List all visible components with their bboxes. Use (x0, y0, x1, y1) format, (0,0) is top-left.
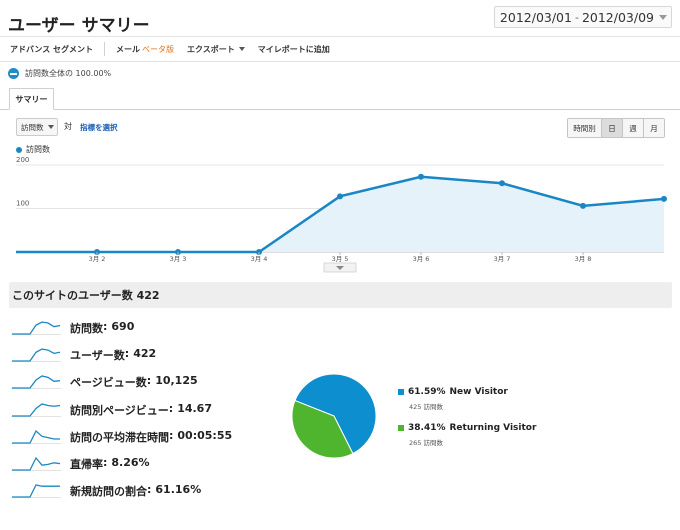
metric-bounce-rate: 直帰率:8.26% (10, 454, 150, 474)
metric-label: 新規訪問の割合 (70, 485, 147, 498)
x-tick-label: 3月 7 (494, 255, 511, 263)
metric-new-visits: 新規訪問の割合:61.16% (10, 481, 201, 501)
period-hourly-button[interactable]: 時間別 (568, 119, 601, 137)
x-tick-label: 3月 8 (575, 255, 592, 263)
metric-value: 61.16% (155, 483, 202, 496)
export-label: エクスポート (187, 44, 235, 54)
metric-users: ユーザー数:422 (10, 345, 156, 365)
x-tick-label: 3月 5 (332, 255, 349, 263)
legend-percent: 61.59% (408, 387, 446, 397)
sparkline[interactable] (10, 374, 62, 390)
chevron-down-icon (47, 125, 54, 129)
data-point[interactable] (499, 180, 505, 187)
metric-value: 690 (111, 320, 135, 333)
tab-divider (0, 109, 680, 110)
pie-legend-new: 61.59% New Visitor 425 訪問数 (398, 387, 508, 411)
chevron-down-icon[interactable] (659, 14, 667, 20)
metric-value: 8.26% (111, 456, 150, 469)
data-point[interactable] (337, 193, 343, 200)
site-users-header: このサイトのユーザー数 422 (9, 282, 672, 308)
sparkline[interactable] (10, 320, 62, 336)
segment-label: 訪問数全体の 100.00% (25, 69, 112, 78)
area-fill (16, 176, 664, 252)
sparkline-path (12, 403, 61, 417)
metric-label: 訪問別ページビュー (70, 404, 169, 417)
legend-count: 425 訪問数 (409, 403, 443, 411)
x-tick-label: 3月 6 (413, 255, 430, 263)
tab-summary[interactable]: サマリー (9, 88, 54, 110)
sparkline-path (12, 429, 60, 444)
y-tick-label: 100 (16, 200, 29, 208)
period-toggle: 時間別 日 週 月 (567, 118, 665, 138)
legend-count: 265 訪問数 (409, 439, 443, 447)
x-tick-label: 3月 2 (89, 255, 106, 263)
segment-pie-icon[interactable] (8, 68, 19, 79)
advanced-segment-button[interactable]: アドバンス セグメント (10, 44, 93, 55)
sparkline[interactable] (10, 347, 62, 363)
pie-legend-returning: 38.41% Returning Visitor 265 訪問数 (398, 423, 536, 447)
segment-indicator: 訪問数全体の 100.00% (8, 68, 111, 79)
legend-label: 訪問数 (26, 145, 50, 154)
visits-line-chart: 200 100 3月 2 3月 3 3月 4 3月 5 3月 6 3月 7 3月 8 (16, 156, 667, 273)
email-label: メール (116, 44, 141, 54)
sparkline[interactable] (10, 429, 62, 445)
add-to-dashboard-button[interactable]: マイレポートに追加 (258, 44, 330, 55)
chart-legend: 訪問数 (16, 144, 50, 155)
legend-name: Returning Visitor (449, 423, 537, 433)
y-tick-label: 200 (16, 156, 29, 164)
sparkline-path (12, 456, 61, 471)
legend-swatch (398, 389, 404, 395)
data-point[interactable] (418, 173, 424, 180)
metric-value: 10,125 (155, 374, 198, 387)
date-start: 2012/03/01 (499, 9, 572, 25)
page-title: ユーザー サマリー (8, 16, 150, 36)
metric-dropdown[interactable]: 訪問数 (16, 118, 58, 136)
sparkline-path (12, 484, 60, 498)
metric-pages-per-visit: 訪問別ページビュー:14.67 (10, 400, 212, 420)
metric-value: 422 (133, 347, 157, 360)
metric-value: 00:05:55 (177, 429, 233, 442)
date-separator: - (574, 10, 579, 24)
metric-avg-duration: 訪問の平均滞在時間:00:05:55 (10, 427, 232, 447)
metric-label: 直帰率 (70, 458, 103, 471)
data-point[interactable] (580, 202, 586, 209)
export-button[interactable]: エクスポート (187, 44, 245, 55)
metric-value: 14.67 (177, 402, 212, 415)
x-tick-label: 3月 3 (170, 255, 187, 263)
metric-visits: 訪問数:690 (10, 318, 134, 338)
sparkline-path (12, 348, 61, 362)
sparkline-path (12, 321, 61, 335)
report-toolbar: アドバンス セグメント メール ベータ版 エクスポート マイレポートに追加 (0, 36, 680, 62)
metric-dropdown-value: 訪問数 (21, 122, 44, 132)
x-tick-label: 3月 4 (251, 255, 268, 263)
legend-percent: 38.41% (408, 423, 446, 433)
data-point[interactable] (661, 195, 667, 202)
date-end: 2012/03/09 (581, 9, 654, 25)
visitor-type-pie[interactable] (290, 372, 378, 460)
versus-label: 対 (64, 122, 72, 131)
period-week-button[interactable]: 週 (622, 119, 643, 137)
metric-pageviews: ページビュー数:10,125 (10, 372, 198, 392)
metric-label: 訪問数 (70, 322, 103, 335)
legend-swatch (398, 425, 404, 431)
sparkline[interactable] (10, 402, 62, 418)
metric-label: ページビュー数 (70, 376, 147, 389)
sparkline[interactable] (10, 456, 62, 472)
metric-label: 訪問の平均滞在時間 (70, 431, 169, 444)
beta-badge: ベータ版 (142, 44, 175, 54)
legend-dot (16, 146, 22, 153)
chevron-down-icon (238, 47, 245, 51)
toolbar-divider (104, 42, 106, 56)
email-button[interactable]: メール ベータ版 (116, 44, 174, 55)
select-metric-link[interactable]: 指標を選択 (80, 122, 118, 133)
chart-collapse-handle[interactable] (323, 262, 357, 273)
date-range-picker[interactable]: 2012/03/01 - 2012/03/09 (493, 6, 672, 28)
legend-name: New Visitor (449, 387, 508, 397)
period-day-button[interactable]: 日 (601, 119, 622, 137)
period-month-button[interactable]: 月 (643, 119, 664, 137)
metric-label: ユーザー数 (70, 349, 125, 362)
sparkline-path (12, 375, 61, 389)
sparkline[interactable] (10, 483, 62, 499)
